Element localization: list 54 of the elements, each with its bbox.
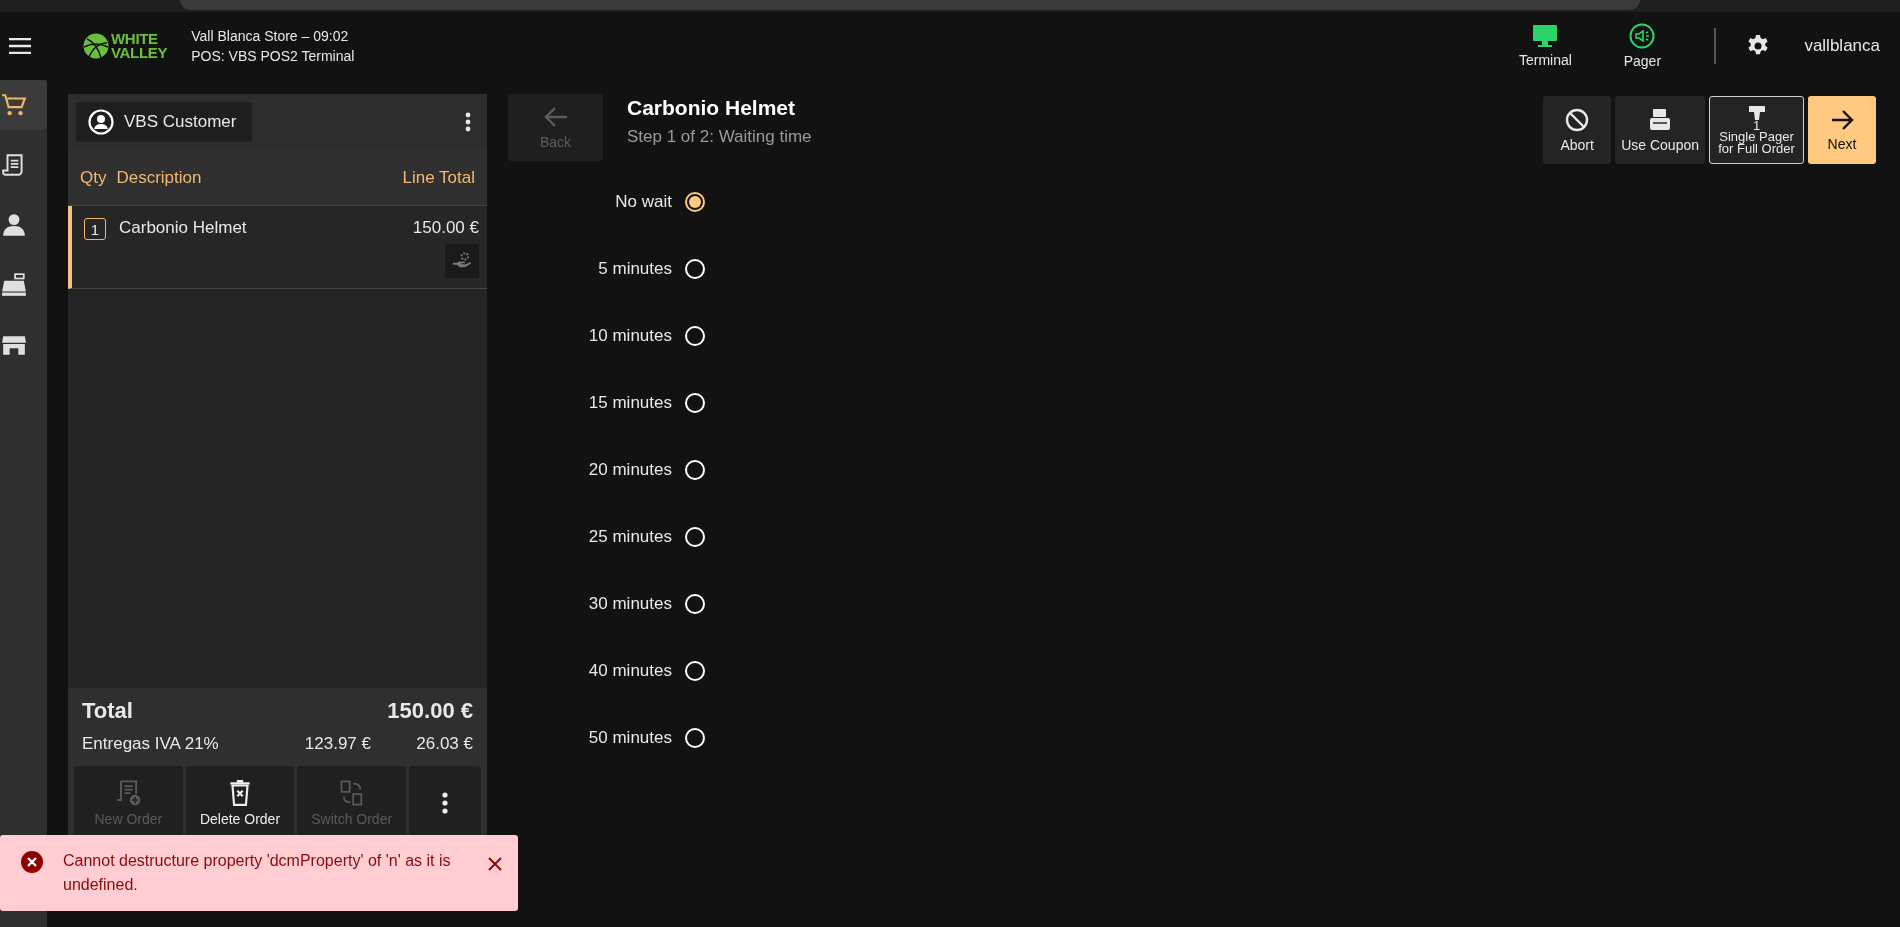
product-title: Carbonio Helmet (627, 96, 797, 120)
more-icon (465, 112, 471, 132)
cash-register-icon (1, 272, 27, 298)
customer-button[interactable]: VBS Customer (76, 102, 253, 142)
user-name: vallblanca (1804, 36, 1880, 56)
radio-button[interactable] (685, 191, 705, 212)
column-heading: Description (116, 167, 203, 188)
waiting-time-option[interactable]: 10 minutes (508, 302, 705, 369)
quantity-badge: 1 (84, 218, 106, 240)
waiting-time-option[interactable]: 20 minutes (508, 436, 705, 503)
close-icon (488, 857, 502, 871)
logo-wordmark: WHITE VALLEY (111, 32, 168, 60)
logo-icon (83, 33, 109, 59)
block-icon (1565, 107, 1590, 132)
waiting-time-option[interactable]: 50 minutes (508, 704, 705, 771)
terminal-name: POS: VBS POS2 Terminal (191, 47, 355, 66)
waiting-time-option[interactable]: 5 minutes (508, 235, 705, 302)
error-message: Cannot destructure property 'dcmProperty' of 'n' as it is undefined. (63, 851, 452, 895)
waiting-time-option[interactable]: 30 minutes (508, 570, 705, 637)
waiting-time-option[interactable]: No wait (508, 168, 705, 235)
line-total: 150.00 € (412, 218, 479, 239)
total-label: Total (82, 698, 133, 724)
cart-icon (1, 92, 27, 118)
arrow-right-icon (1830, 108, 1854, 131)
waiting-time-option[interactable]: 25 minutes (508, 503, 705, 570)
service-button[interactable] (445, 244, 479, 278)
pager-button[interactable]: 1 Single Pager for Full Order (1709, 96, 1804, 164)
tax-base: 123.97 € (303, 734, 371, 754)
pager-status-button[interactable]: Pager (1602, 23, 1683, 69)
column-heading: Qty (80, 167, 107, 188)
user-icon (88, 109, 114, 135)
item-description: Carbonio Helmet (119, 218, 248, 239)
menu-icon (9, 38, 31, 54)
error-icon (21, 851, 43, 873)
waiting-time-option[interactable]: 15 minutes (508, 369, 705, 436)
column-heading: Line Total (402, 167, 475, 188)
nav-button[interactable] (0, 80, 47, 130)
waiting-time-option[interactable]: 40 minutes (508, 637, 705, 704)
terminal-status-button[interactable]: Terminal (1505, 24, 1586, 68)
next-button[interactable]: Next (1808, 96, 1876, 164)
arrow-left-icon (542, 105, 569, 128)
abort-button[interactable]: Abort (1543, 96, 1612, 164)
total-amount: 150.00 € (387, 698, 473, 724)
person-icon (1, 212, 27, 238)
printer-icon (1648, 107, 1673, 132)
trash-icon (227, 778, 253, 807)
tax-label: Entregas IVA 21% (82, 734, 220, 754)
close-button[interactable] (488, 855, 502, 871)
pager-device-icon (1746, 105, 1767, 120)
more-icon (442, 791, 448, 814)
tax-amount: 26.03 € (415, 734, 473, 754)
coupon-button[interactable]: Use Coupon (1615, 96, 1705, 164)
store-name: Vall Blanca Store – 09:02 (191, 27, 350, 46)
step-subtitle: Step 1 of 2: Waiting time (627, 127, 812, 147)
